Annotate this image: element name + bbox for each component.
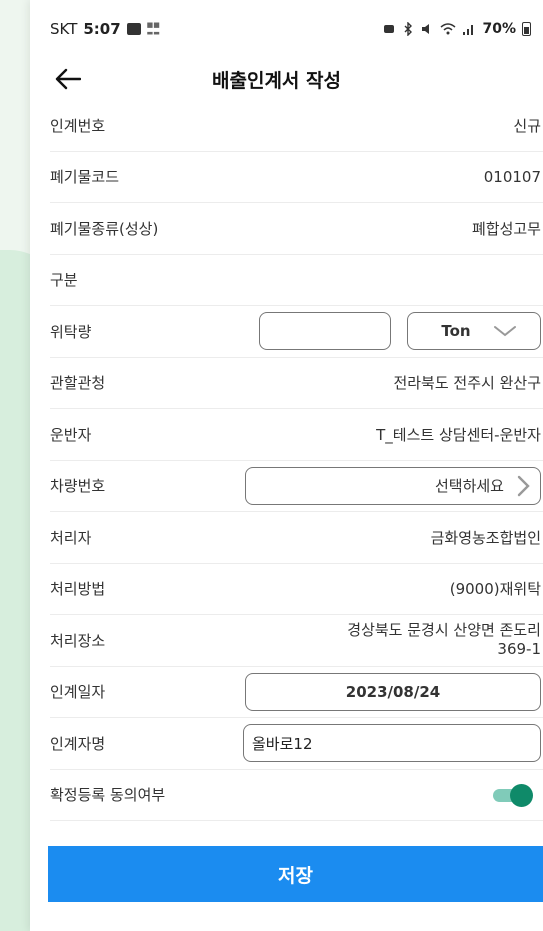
vehicle-no-label: 차량번호: [50, 477, 106, 496]
status-right: 70%: [382, 21, 531, 37]
clock: 5:07: [83, 20, 121, 38]
signal-icon: [463, 25, 474, 35]
chevron-right-icon: [517, 475, 530, 496]
location-label: 처리장소: [50, 631, 106, 650]
row-transporter: 운반자 T_테스트 상담센터-운반자: [50, 409, 543, 461]
alarm-icon: [384, 25, 395, 33]
save-button[interactable]: 저장: [48, 846, 543, 902]
row-method: 처리방법 (9000)재위탁: [50, 564, 543, 615]
handover-date-label: 인계일자: [50, 683, 106, 702]
quantity-input[interactable]: [259, 312, 391, 351]
category-label: 구분: [50, 271, 78, 290]
mute-icon: [422, 24, 430, 34]
method-value: (9000)재위탁: [449, 580, 541, 599]
chevron-down-icon: [493, 326, 516, 337]
quantity-group: Ton: [259, 312, 541, 351]
battery-percent: 70%: [482, 21, 516, 37]
handover-form: 인계번호 신규 폐기물코드 010107 폐기물종류(성상) 폐합성고무 구분 …: [30, 100, 543, 821]
handover-date-picker[interactable]: 2023/08/24: [245, 672, 541, 711]
handover-name-label: 인계자명: [50, 734, 106, 753]
location-line-1: 경상북도 문경시 산양면 존도리: [347, 621, 541, 640]
row-location: 처리장소 경상북도 문경시 산양면 존도리 369-1: [50, 615, 543, 667]
quantity-label: 위탁량: [50, 322, 92, 341]
status-bar: SKT 5:07 ■■ ▬▬ 70%: [30, 0, 543, 58]
back-button[interactable]: [48, 62, 88, 96]
waste-code-label: 폐기물코드: [50, 168, 120, 187]
waste-code-value: 010107: [483, 167, 541, 186]
unit-select-value: Ton: [441, 322, 471, 341]
row-handover-no: 인계번호 신규: [50, 100, 543, 152]
app-notification-icon: ■■ ▬▬: [146, 21, 160, 37]
row-consent: 확정등록 동의여부: [50, 770, 543, 821]
row-vehicle-no: 차량번호 선택하세요: [50, 461, 543, 512]
app-header: 배출인계서 작성: [30, 58, 543, 100]
method-label: 처리방법: [50, 580, 106, 599]
row-category: 구분: [50, 255, 543, 306]
authority-label: 관할관청: [50, 374, 106, 393]
handover-name-input[interactable]: [243, 724, 541, 763]
location-line-2: 369-1: [497, 640, 541, 659]
row-handover-name: 인계자명: [50, 718, 543, 770]
handover-no-value: 신규: [513, 116, 541, 135]
gallery-icon: [126, 23, 141, 35]
waste-type-label: 폐기물종류(성상): [50, 219, 159, 238]
row-waste-code: 폐기물코드 010107: [50, 152, 543, 203]
row-quantity: 위탁량 Ton: [50, 306, 543, 358]
battery-icon: [522, 22, 531, 36]
waste-type-value: 폐합성고무: [471, 219, 541, 238]
consent-toggle[interactable]: [491, 783, 535, 807]
transporter-label: 운반자: [50, 425, 92, 444]
vehicle-select-value: 선택하세요: [434, 477, 504, 496]
unit-select[interactable]: Ton: [407, 312, 541, 351]
row-handover-date: 인계일자 2023/08/24: [50, 667, 543, 718]
vehicle-select[interactable]: 선택하세요: [245, 466, 541, 505]
authority-value: 전라북도 전주시 완산구: [393, 374, 541, 393]
processor-value: 금화영농조합법인: [430, 528, 541, 547]
handover-date-value: 2023/08/24: [345, 682, 441, 701]
bluetooth-icon: [404, 22, 413, 36]
status-left: SKT 5:07 ■■ ▬▬: [50, 20, 160, 38]
processor-label: 처리자: [50, 528, 92, 547]
wifi-icon: [440, 23, 456, 35]
location-value: 경상북도 문경시 산양면 존도리 369-1: [347, 621, 541, 659]
arrow-left-icon: [55, 68, 81, 90]
toggle-knob: [510, 783, 533, 807]
app-screen: SKT 5:07 ■■ ▬▬ 70% 배출인계서 작성 인계번호 신규 폐기물코…: [30, 0, 543, 931]
page-title: 배출인계서 작성: [212, 69, 341, 92]
handover-no-label: 인계번호: [50, 116, 106, 135]
consent-label: 확정등록 동의여부: [50, 786, 166, 805]
row-waste-type: 폐기물종류(성상) 폐합성고무: [50, 203, 543, 255]
transporter-value: T_테스트 상담센터-운반자: [376, 425, 541, 444]
carrier-label: SKT: [50, 20, 78, 38]
row-authority: 관할관청 전라북도 전주시 완산구: [50, 358, 543, 409]
row-processor: 처리자 금화영농조합법인: [50, 512, 543, 564]
